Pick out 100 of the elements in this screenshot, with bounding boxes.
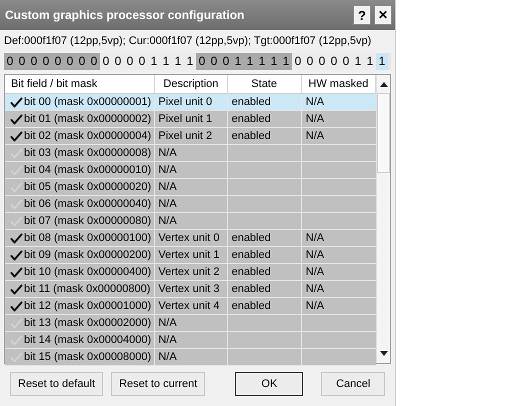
table-cell-text: N/A [306,282,324,297]
bit-toggle[interactable]: 1 [232,53,244,70]
dialog-button[interactable]: OK [235,372,304,396]
checkmark-icon[interactable] [10,130,23,142]
table-cell-text: N/A [158,196,177,212]
bit-toggle[interactable]: 0 [76,53,88,70]
table-row[interactable]: bit 11 (mask 0x00000800) Vertex unit 3 enabled N/A [5,281,376,298]
checkmark-icon[interactable] [10,300,23,312]
close-button[interactable]: ✕ [374,5,392,25]
bit-toggle[interactable]: 0 [208,53,220,70]
table-row[interactable]: bit 04 (mask 0x00000010) N/A [5,162,376,179]
table-cell-text: N/A [158,180,177,195]
dialog-button[interactable]: Reset to current [111,372,206,396]
bit-toggle[interactable]: 1 [256,53,268,70]
dialog-button[interactable]: Reset to default [10,372,104,396]
table-cell-text: enabled [232,248,271,263]
bit-toggle[interactable]: 1 [160,53,172,70]
table-row[interactable]: bit 03 (mask 0x00000008) N/A [5,145,376,162]
bit-toggle[interactable]: 0 [4,53,16,70]
table-cell-text: enabled [232,264,271,280]
table-cell-text: Vertex unit 1 [158,248,220,263]
bit-toggle[interactable]: 0 [100,53,112,70]
bit-toggle[interactable]: 0 [316,53,328,70]
bit-toggle[interactable]: 0 [52,53,64,70]
bit-toggle[interactable]: 0 [28,53,40,70]
table-cell-text: Vertex unit 2 [158,264,220,280]
bit-toggle[interactable]: 0 [304,53,316,70]
bit-toggle[interactable]: 0 [292,53,304,70]
table-row[interactable]: bit 01 (mask 0x00000002) Pixel unit 1 enabled N/A [5,111,376,128]
table-cell-text: bit 05 (mask 0x00000020) [24,180,152,195]
bit-toggle[interactable]: 1 [364,53,376,70]
checkmark-icon[interactable] [10,232,23,244]
scroll-up-icon[interactable] [380,82,388,87]
checkmark-icon[interactable] [10,114,23,124]
bit-toggle[interactable]: 0 [340,53,352,70]
bit-toggle[interactable]: 0 [88,53,100,70]
help-button[interactable]: ? [353,5,371,25]
bit-toggle[interactable]: 0 [124,53,136,70]
bit-toggle[interactable]: 1 [352,53,364,70]
scroll-thumb[interactable] [377,93,390,173]
table-cell-text: enabled [232,282,271,297]
table-cell-text: N/A [306,298,324,314]
scrollbar[interactable] [376,75,390,363]
checkmark-icon[interactable] [10,96,23,108]
table-cell-text: N/A [306,128,324,144]
checkmark-icon[interactable] [10,266,23,278]
table-cell-text: N/A [158,146,177,161]
table-row[interactable]: bit 15 (mask 0x00008000) N/A [5,349,376,366]
bit-toggle[interactable]: 0 [40,53,52,70]
table-cell-text: bit 10 (mask 0x00000400) [24,264,152,280]
bit-toggle[interactable]: 0 [112,53,124,70]
table-cell-text: bit 11 (mask 0x00000800) [24,282,150,297]
table-cell-text: bit 07 (mask 0x00000080) [24,214,152,229]
table-cell-text: N/A [306,112,324,127]
bit-toggle[interactable]: 1 [172,53,184,70]
table-cell-text: N/A [306,248,324,263]
table-row[interactable]: bit 13 (mask 0x00002000) N/A [5,315,376,332]
table-row[interactable]: bit 08 (mask 0x00000100) Vertex unit 0 enabled N/A [5,230,376,247]
bit-toggle[interactable]: 1 [244,53,256,70]
dialog-button[interactable]: Cancel [321,372,385,396]
bit-toggle[interactable]: 0 [328,53,340,70]
table-cell-text: enabled [232,128,271,144]
table-cell-text: enabled [232,298,271,314]
config-summary: Def:000f1f07 (12pp,5vp); Cur:000f1f07 (12pp,5vp); Tgt:000f1f07 (12pp,5vp) [4,34,372,49]
bit-toggle[interactable]: 0 [220,53,232,70]
table-row[interactable]: bit 05 (mask 0x00000020) N/A [5,179,376,196]
table-row[interactable]: bit 09 (mask 0x00000200) Vertex unit 1 enabled N/A [5,247,376,264]
table-row[interactable]: bit 06 (mask 0x00000040) N/A [5,196,376,213]
bit-toggle[interactable]: 1 [376,53,388,70]
table-cell-text: Vertex unit 4 [158,298,220,314]
table-row[interactable]: bit 10 (mask 0x00000400) Vertex unit 2 enabled N/A [5,264,376,281]
table-cell-text: bit 12 (mask 0x00001000) [24,298,152,314]
table-cell-text: N/A [158,332,177,348]
table-row[interactable]: bit 07 (mask 0x00000080) N/A [5,213,376,230]
table-cell-text: N/A [306,94,324,110]
bit-toggle[interactable]: 1 [280,53,292,70]
bit-toggle[interactable]: 0 [136,53,148,70]
table-cell-text: Pixel unit 0 [158,94,212,110]
table-cell-text: bit 13 (mask 0x00002000) [24,316,152,331]
table-cell-text: Vertex unit 0 [158,230,220,246]
table-cell-text: Pixel unit 1 [158,112,212,127]
bit-toggle[interactable]: 1 [268,53,280,70]
checkmark-icon[interactable] [10,284,23,294]
table-cell-text: bit 00 (mask 0x00000001) [24,94,152,110]
table-row[interactable]: bit 00 (mask 0x00000001) Pixel unit 0 enabled N/A [5,94,376,111]
table-cell-text: N/A [306,230,324,246]
scroll-down-icon[interactable] [380,351,388,356]
table-row[interactable]: bit 02 (mask 0x00000004) Pixel unit 2 enabled N/A [5,128,376,145]
table-cell-text: bit 06 (mask 0x00000040) [24,196,152,212]
table-cell-text: N/A [306,264,324,280]
bit-toggle[interactable]: 0 [64,53,76,70]
table-row[interactable]: bit 12 (mask 0x00001000) Vertex unit 4 enabled N/A [5,298,376,315]
table-cell-text: bit 14 (mask 0x00004000) [24,332,152,348]
checkmark-icon[interactable] [10,250,23,260]
bit-toggle[interactable]: 0 [196,53,208,70]
table-row[interactable]: bit 14 (mask 0x00004000) N/A [5,332,376,349]
table-cell-text: bit 08 (mask 0x00000100) [24,230,152,246]
bit-toggle[interactable]: 0 [16,53,28,70]
bit-toggle[interactable]: 1 [148,53,160,70]
bit-toggle[interactable]: 1 [184,53,196,70]
